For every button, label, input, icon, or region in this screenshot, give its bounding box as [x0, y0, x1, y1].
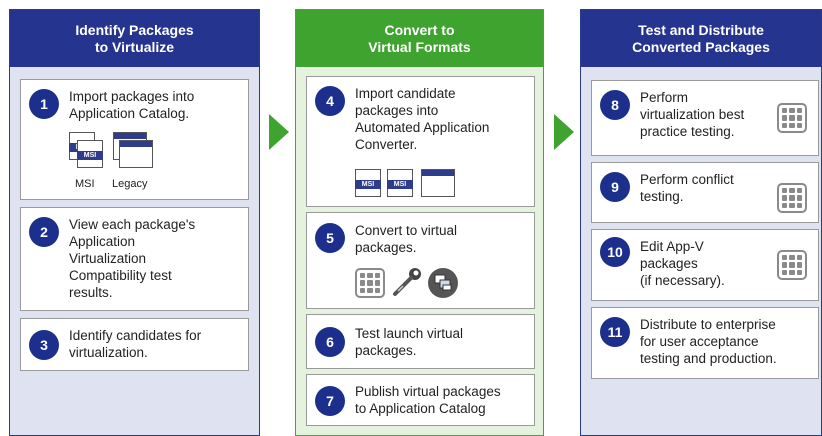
- step-number: 11: [600, 317, 630, 347]
- virtual-package-icon: [428, 268, 458, 298]
- step-card-11: 11 Distribute to enterprise for user acc…: [591, 307, 819, 379]
- grid-icon: [777, 103, 807, 133]
- flow-arrow: [554, 114, 574, 150]
- msi-file-icon: MSI: [355, 169, 381, 197]
- step-number: 1: [29, 89, 59, 119]
- step-text: Perform conflict testing.: [640, 172, 734, 204]
- flow-arrow: [269, 114, 289, 150]
- step-text: View each package's Application Virtuali…: [69, 217, 196, 300]
- step-text: Import candidate packages into Automated…: [355, 86, 490, 152]
- step-card-7: 7 Publish virtual packages to Applicatio…: [306, 374, 535, 426]
- column-title: Test and Distribute Converted Packages: [581, 10, 821, 67]
- step-card-4: 4 Import candidate packages into Automat…: [306, 76, 535, 207]
- column-title: Convert to Virtual Formats: [296, 10, 543, 67]
- step-card-2: 2 View each package's Application Virtua…: [20, 207, 249, 311]
- step-number: 5: [315, 223, 345, 253]
- step-card-1: 1 Import packages into Application Catal…: [20, 79, 249, 200]
- step-card-10: 10 Edit App-V packages (if necessary).: [591, 229, 819, 301]
- grid-icon: [777, 250, 807, 280]
- step-number: 4: [315, 86, 345, 116]
- step-text: Edit App-V packages (if necessary).: [640, 239, 725, 288]
- grid-icon: [355, 268, 385, 298]
- step-card-9: 9 Perform conflict testing.: [591, 162, 819, 223]
- step-card-8: 8 Perform virtualization best practice t…: [591, 80, 819, 156]
- step-number: 8: [600, 90, 630, 120]
- step-text: Publish virtual packages to Application …: [355, 384, 501, 416]
- legacy-label: Legacy: [112, 178, 148, 190]
- step-text: Perform virtualization best practice tes…: [640, 90, 745, 139]
- grid-icon: [777, 183, 807, 213]
- step-number: 7: [315, 386, 345, 416]
- legacy-window-icon: [421, 169, 455, 197]
- step-text: Distribute to enterprise for user accept…: [640, 317, 777, 366]
- step-card-3: 3 Identify candidates for virtualization…: [20, 318, 249, 371]
- step-text: Identify candidates for virtualization.: [69, 328, 202, 360]
- msi-file-icon: MSI: [387, 169, 413, 197]
- column-convert: Convert to Virtual Formats 4 Import cand…: [295, 9, 544, 436]
- msi-label: MSI: [75, 178, 95, 190]
- wrench-icon: [393, 268, 421, 296]
- step-number: 2: [29, 217, 59, 247]
- step-number: 6: [315, 327, 345, 357]
- step-card-6: 6 Test launch virtual packages.: [306, 314, 535, 369]
- step-number: 10: [600, 237, 630, 267]
- column-identify: Identify Packages to Virtualize 1 Import…: [9, 9, 260, 436]
- step-text: Convert to virtual packages.: [355, 223, 458, 255]
- step-number: 3: [29, 330, 59, 360]
- step-card-5: 5 Convert to virtual packages.: [306, 212, 535, 309]
- step-number: 9: [600, 172, 630, 202]
- column-test-distribute: Test and Distribute Converted Packages 8…: [580, 9, 822, 436]
- step-text: Import packages into Application Catalog…: [69, 89, 195, 121]
- msi-file-icon: MSI: [77, 140, 103, 168]
- step-text: Test launch virtual packages.: [355, 326, 464, 358]
- column-title: Identify Packages to Virtualize: [10, 10, 259, 67]
- legacy-window-icon: [119, 140, 153, 168]
